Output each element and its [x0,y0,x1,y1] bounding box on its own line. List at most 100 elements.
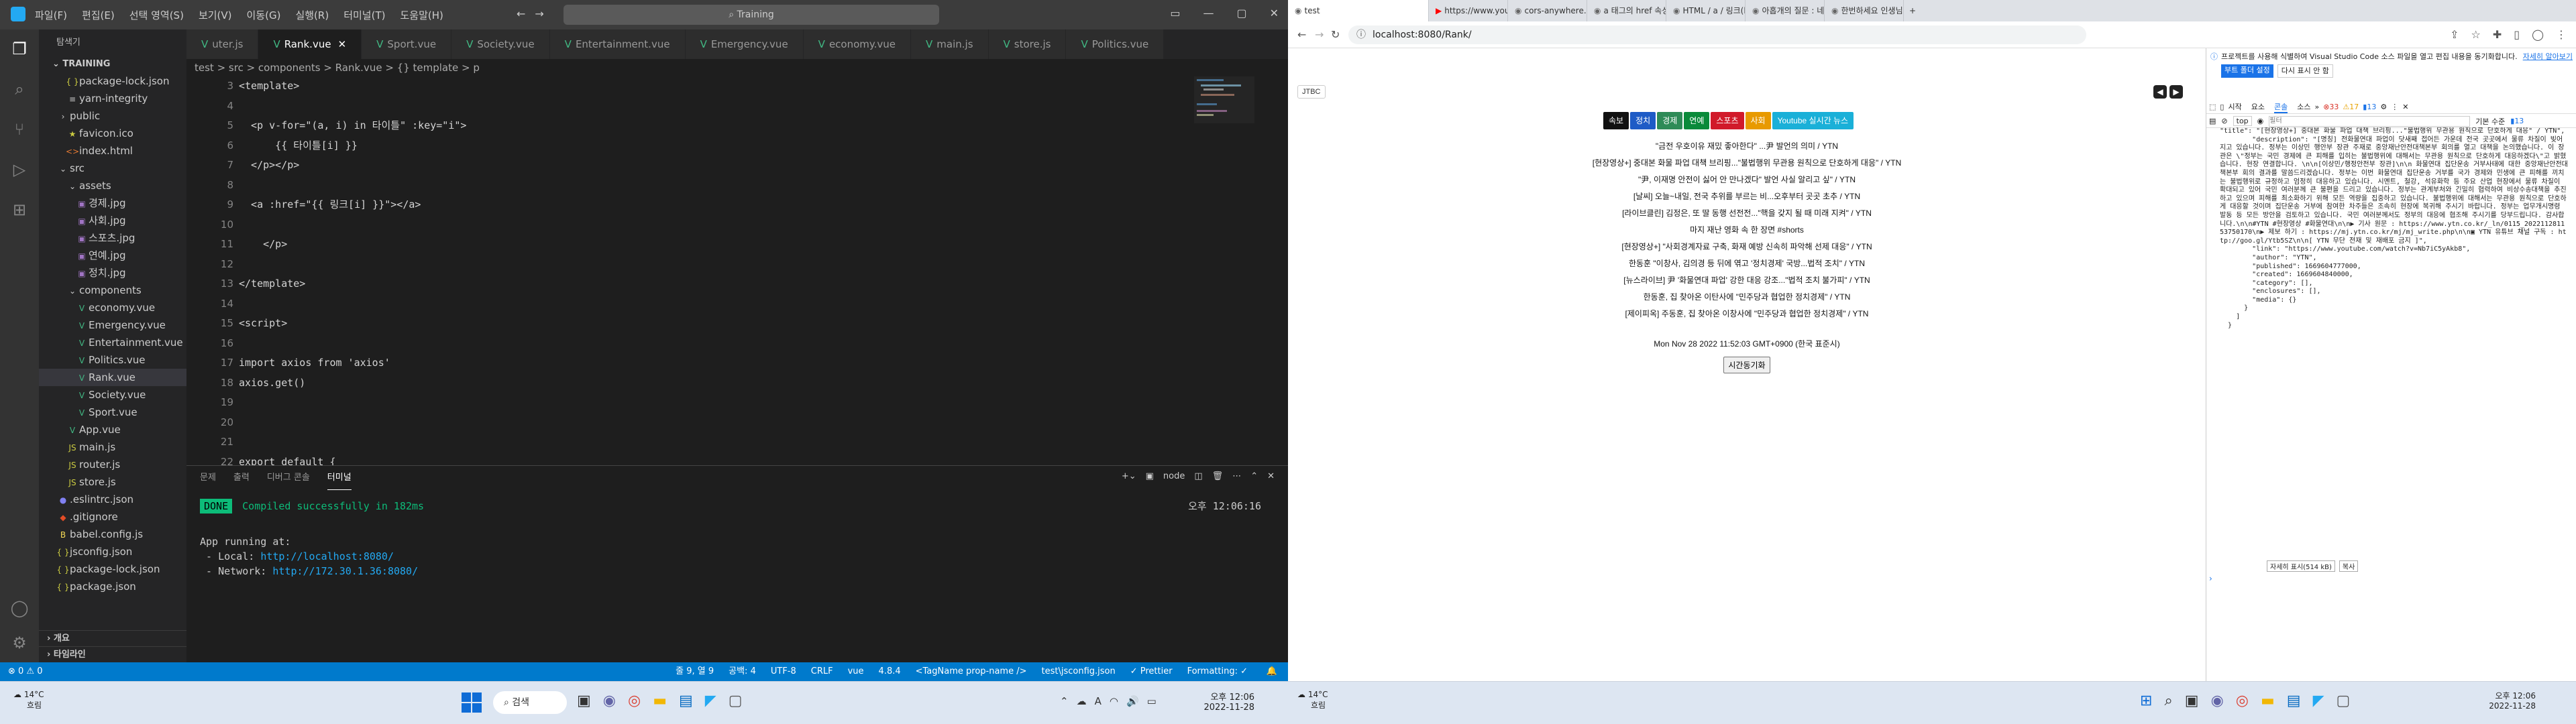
news-item[interactable]: [뉴스라이브] 尹 '화물연대 파업' 강한 대응 강조..."법적 조치 불가… [1288,272,2206,289]
category-button[interactable]: 정치 [1630,112,1656,129]
gear-icon[interactable]: ⚙ [9,633,30,653]
editor-tab[interactable]: Vstore.js [988,29,1067,59]
news-item[interactable]: [날씨] 오늘~내일, 전국 추위를 부르는 비...오후부터 곳곳 초추 / … [1288,188,2206,205]
file-tree-item[interactable]: Veconomy.vue [39,299,186,316]
chat-icon[interactable]: ◉ [603,692,616,709]
star-icon[interactable]: ☆ [2471,28,2481,41]
news-item[interactable]: [제이피옥] 주동훈, 집 찾아온 이창사에 "민주당과 협업한 정치경제" /… [1288,306,2206,322]
editor-tab[interactable]: Veconomy.vue [803,29,912,59]
file-tree-item[interactable]: ▣ 연예.jpg [39,247,186,264]
chrome-icon[interactable]: ◎ [2236,692,2249,709]
file-tree-item[interactable]: › public [39,107,186,125]
browser-tab[interactable]: ◉한번하세요 인생님 자주 질문하 [1825,0,1904,21]
prev-arrow-icon[interactable]: ◀ [2153,85,2167,99]
shell-name[interactable]: node [1163,471,1185,481]
browser-tab[interactable]: ◉HTML / a / 링크(link) 만들기 - [1666,0,1746,21]
console-output[interactable]: "title": "[현장영상+] 중대본 화물 파업 대책 브리핑..."불법… [2220,127,2569,556]
minimap[interactable] [1194,76,1254,465]
context-select[interactable]: top [2233,116,2252,126]
set-root-folder-button[interactable]: 부트 폴더 설정 [2221,64,2273,78]
file-tree-item[interactable]: ▣ 경제.jpg [39,194,186,212]
status-item[interactable]: <TagName prop-name /> [916,662,1027,681]
task-view-icon[interactable]: ▣ [2185,692,2199,709]
ime-indicator[interactable]: A [1095,695,1102,707]
editor-tab[interactable]: V Rank.vue ✕ [258,29,362,59]
clear-console-icon[interactable]: ⊘ [2221,117,2227,125]
store-icon[interactable]: ▤ [2287,692,2301,709]
next-arrow-icon[interactable]: ▶ [2169,85,2183,99]
extensions-icon[interactable]: ✚ [2493,28,2502,41]
source-control-icon[interactable]: ⑂ [9,119,30,139]
news-item[interactable]: 한동훈, 집 찾아온 이탄사에 "민주당과 협업한 정치경제" / YTN [1288,289,2206,306]
news-item[interactable]: [라이브클린] 김정은, 또 딸 동행 선전전..."핵을 갖지 될 때 미래 … [1288,205,2206,222]
editor-tab[interactable]: Vmain.js [911,29,989,59]
code-editor[interactable]: <template> <p v-for="(a, i) in 타이틀" :key… [239,76,1178,487]
terminal-icon[interactable]: ▣ [1146,471,1154,481]
browser-tab[interactable]: ▶https://www.youtube.com/feeds [1429,0,1508,21]
console-filter-input[interactable] [2269,115,2471,127]
app-icon[interactable]: ▢ [729,692,743,709]
file-tree-item[interactable]: { }package-lock.json [39,72,186,90]
profile-icon[interactable]: ◯ [2532,28,2544,41]
news-item[interactable]: [현장영상+] "사회경계자료 구축, 화재 예방 신속히 파악해 선제 대응"… [1288,239,2206,255]
file-tree-item[interactable]: { }package.json [39,578,186,595]
explorer-icon[interactable]: ❐ [9,39,30,59]
file-tree-item[interactable]: V Rank.vue [39,369,186,386]
inspect-icon[interactable]: ⬚ [2209,103,2216,111]
extensions-icon[interactable]: ⊞ [9,200,30,220]
jtbc-logo[interactable]: JTBC [1297,85,1326,99]
sidebar-toggle-icon[interactable]: ▤ [2209,117,2216,125]
store-icon[interactable]: ▤ [679,692,693,709]
file-tree-item[interactable]: V Politics.vue [39,351,186,369]
time-sync-button[interactable]: 시간동기화 [1723,357,1770,373]
file-tree-item[interactable]: ⌄ src [39,160,186,177]
file-tree-item[interactable]: ▣ 사회.jpg [39,212,186,229]
file-tree-item[interactable]: Bbabel.config.js [39,526,186,543]
editor-tab[interactable]: V Sport.vue [362,29,452,59]
dont-show-button[interactable]: 다시 표시 안 함 [2277,64,2333,78]
editor-tab[interactable]: V Society.vue [451,29,550,59]
breadcrumb[interactable]: test > src > components > Rank.vue > {} … [186,59,1288,76]
file-tree-item[interactable]: ◆ .gitignore [39,508,186,526]
plus-icon[interactable]: +⌄ [1122,471,1136,481]
file-tree-item[interactable]: V Society.vue [39,386,186,404]
back-icon[interactable]: ← [1297,28,1306,41]
layout-icon[interactable]: ▭ [1170,7,1180,19]
menu-item[interactable]: 터미널(T) [343,8,385,22]
weather-widget[interactable]: ☁ 14°C 흐림 [13,690,44,711]
browser-tab[interactable]: ◉아홉개의 질문 : 네이버 통합검색 [1746,0,1825,21]
file-tree-item[interactable]: ▣ 스포츠.jpg [39,229,186,247]
local-url[interactable]: http://localhost:8080/ [260,550,394,562]
file-explorer-icon[interactable]: ▬ [2261,692,2275,709]
panel-tab[interactable]: 문제 [200,466,216,490]
menu-item[interactable]: 도움말(H) [400,8,443,22]
device-icon[interactable]: ▯ [2220,103,2224,111]
news-item[interactable]: 한동훈 "이창사, 김의경 등 뒤에 엮고 '정치경제' 국방...법적 조치"… [1288,255,2206,272]
editor-tab[interactable]: V Entertainment.vue [549,29,686,59]
chat-icon[interactable]: ◉ [2211,692,2224,709]
panel-tab[interactable]: 출력 [233,466,250,490]
status-item[interactable]: 4.8.4 [879,662,901,681]
menu-item[interactable]: 편집(E) [82,8,115,22]
problems-count[interactable]: ⊗ 0 ⚠ 0 [8,666,43,676]
file-tree-item[interactable]: <>index.html [39,142,186,160]
menu-item[interactable]: 실행(R) [295,8,329,22]
status-item[interactable]: ✓ Prettier [1130,662,1173,681]
file-tree-item[interactable]: ⌄ components [39,282,186,299]
more-icon[interactable]: ⋮ [2391,103,2398,111]
devtools-tab[interactable]: 콘솔 [2273,101,2288,113]
panel-tab[interactable]: 디버그 콘솔 [267,466,310,490]
category-button[interactable]: 속보 [1603,112,1629,129]
news-item[interactable]: 마지 재난 영화 속 한 장면 #shorts [1288,222,2206,239]
forward-icon[interactable]: → [1315,28,1324,41]
maximize-icon[interactable]: ▢ [1236,7,1246,19]
file-tree-item[interactable]: JS main.js [39,438,186,456]
search-icon[interactable]: ⌕ [9,79,30,99]
more-icon[interactable]: ⋮ [2556,28,2567,41]
weather-widget-right[interactable]: ☁ 14°C 흐림 [1297,690,1328,711]
menu-item[interactable]: 보기(V) [199,8,232,22]
windows-start-icon[interactable]: ⊞ [2140,692,2152,709]
chevron-up-icon[interactable]: ⌃ [1250,471,1258,481]
menu-item[interactable]: 이동(G) [247,8,281,22]
file-tree-item[interactable]: V Sport.vue [39,404,186,421]
